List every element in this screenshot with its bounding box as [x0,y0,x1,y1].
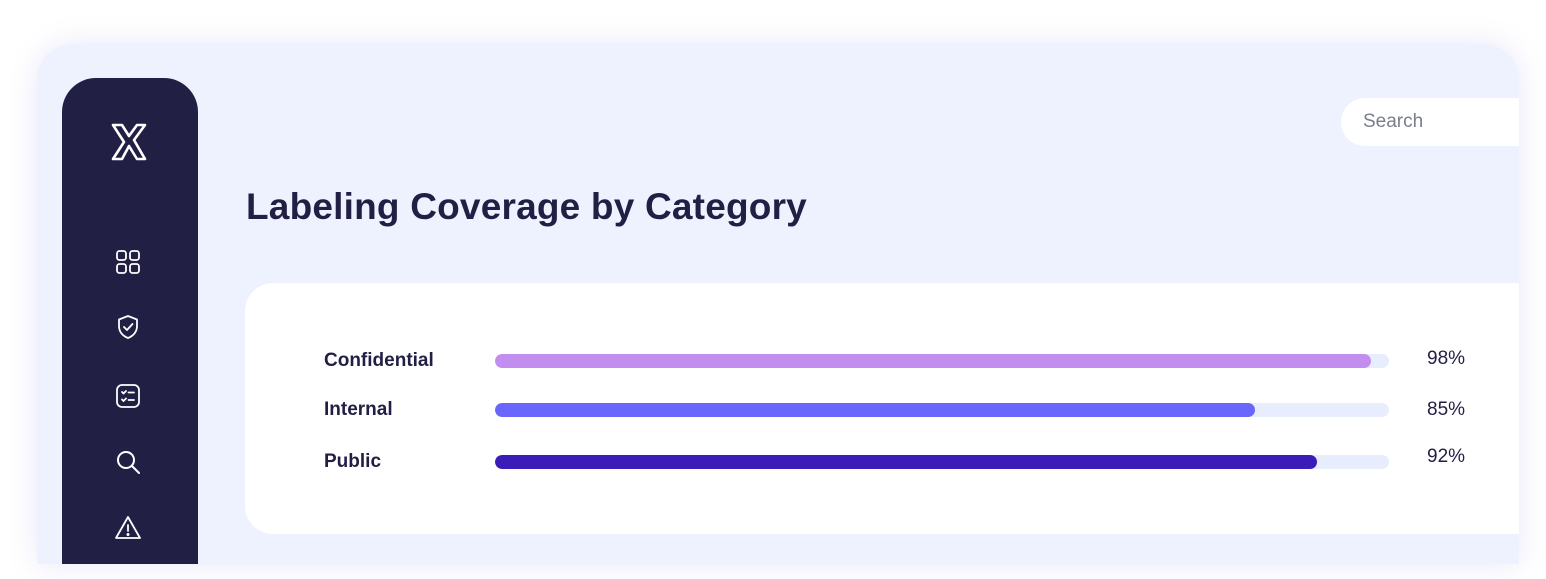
coverage-percent: 98% [1427,348,1466,369]
warning-icon[interactable] [114,514,142,542]
app-window: Labeling Coverage by Category Confidenti… [37,44,1519,564]
search-icon[interactable] [114,448,142,476]
page-title: Labeling Coverage by Category [246,186,807,227]
search-input[interactable] [1341,98,1519,146]
progress-track [495,455,1389,469]
coverage-card: Confidential 98% Internal 85% Public 92% [245,283,1519,534]
sidebar [62,78,198,564]
row-label: Confidential [324,350,434,371]
coverage-row-public: Public 92% [245,446,1519,474]
progress-fill [495,354,1372,368]
k-logo[interactable] [110,122,148,162]
coverage-percent: 85% [1427,399,1466,420]
row-label: Public [324,451,382,472]
coverage-row-confidential: Confidential 98% [245,348,1519,373]
progress-fill [495,455,1318,469]
row-label: Internal [324,399,393,420]
grid-icon[interactable] [114,248,142,276]
checklist-icon[interactable] [114,382,142,410]
coverage-row-internal: Internal 85% [245,398,1519,422]
coverage-percent: 92% [1427,446,1466,467]
progress-track [495,354,1389,368]
shield-check-icon[interactable] [114,313,142,341]
progress-track [495,403,1389,417]
progress-fill [495,403,1255,417]
